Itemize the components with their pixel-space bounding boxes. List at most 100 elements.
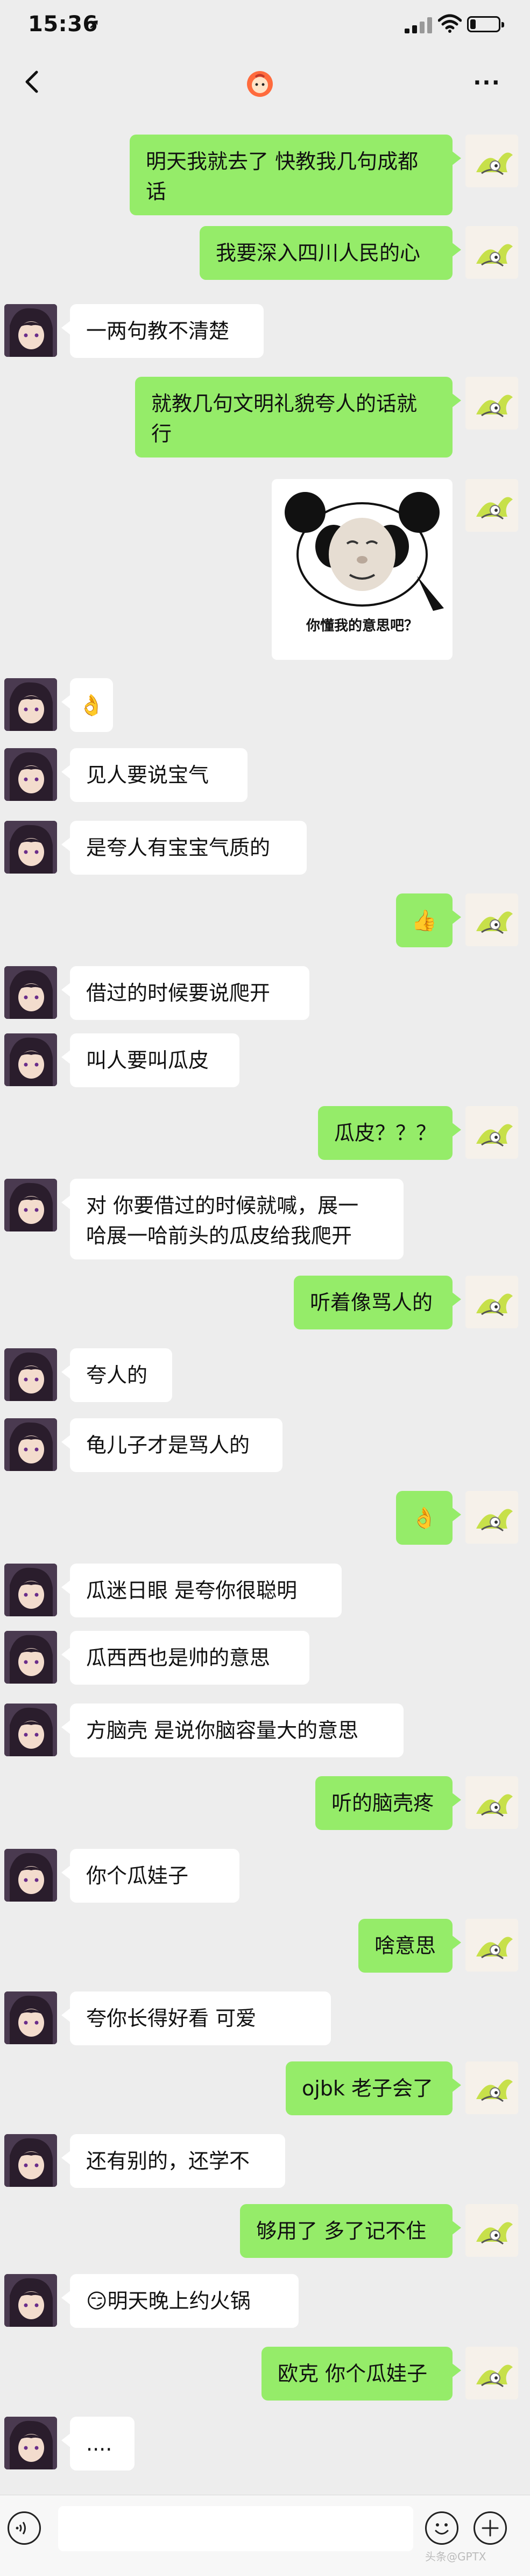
chat-message-row: 龟儿子才是骂人的 xyxy=(0,1418,530,1472)
contact-avatar[interactable] xyxy=(4,1418,57,1471)
battery-level xyxy=(470,19,476,29)
text-message-bubble[interactable]: 听着像骂人的 xyxy=(294,1276,461,1329)
message-input[interactable] xyxy=(58,2506,413,2551)
emoji-message-bubble[interactable]: 👌 xyxy=(61,678,113,732)
text-message-bubble[interactable]: 瓜迷日眼 是夸你很聪明 xyxy=(61,1564,342,1617)
input-bar: 头条@GPTX xyxy=(0,2495,530,2576)
contact-avatar[interactable] xyxy=(4,1704,57,1756)
contact-avatar[interactable] xyxy=(4,2274,57,2327)
text-message-bubble[interactable]: 你个瓜娃子 xyxy=(61,1849,239,1903)
text-message-bubble[interactable]: 夸人的 xyxy=(61,1348,172,1402)
text-message-bubble[interactable]: 瓜西西也是帅的意思 xyxy=(61,1631,309,1685)
text-message-bubble[interactable]: 是夸人有宝宝气质的 xyxy=(61,821,307,875)
battery-icon xyxy=(467,16,504,32)
chat-message-row: 听的脑壳疼 xyxy=(0,1776,530,1830)
contact-avatar[interactable] xyxy=(4,1348,57,1401)
contact-avatar[interactable] xyxy=(4,1849,57,1902)
my-avatar[interactable] xyxy=(465,1276,518,1328)
panda-face-icon xyxy=(285,492,444,611)
text-message-bubble[interactable]: 借过的时候要说爬开 xyxy=(61,966,309,1020)
my-avatar[interactable] xyxy=(465,1919,518,1972)
text-message-bubble[interactable]: 方脑壳 是说你脑容量大的意思 xyxy=(61,1704,404,1757)
chat-message-row: 见人要说宝气 xyxy=(0,748,530,802)
contact-avatar[interactable] xyxy=(4,821,57,874)
my-avatar[interactable] xyxy=(465,479,518,532)
status-time: 15:36 xyxy=(28,12,98,37)
sticker-caption: 你懂我的意思吧？ xyxy=(306,618,418,634)
text-message-bubble[interactable]: 对 你要借过的时候就喊，展一 哈展一哈前头的瓜皮给我爬开 xyxy=(61,1179,404,1259)
location-arrow-icon: ➚ xyxy=(88,16,100,32)
contact-avatar[interactable] xyxy=(4,1631,57,1684)
text-message-bubble[interactable]: 😏明天晚上约火锅 xyxy=(61,2274,299,2328)
text-message-bubble[interactable]: 还有别的，还学不 xyxy=(61,2134,285,2188)
text-message-bubble[interactable]: 瓜皮？？？ xyxy=(318,1106,461,1160)
text-message-bubble[interactable]: 见人要说宝气 xyxy=(61,748,248,802)
chat-message-row: 就教几句文明礼貌夸人的话就 行 xyxy=(0,377,530,458)
text-message-bubble[interactable]: .... xyxy=(61,2417,135,2471)
text-message-bubble[interactable]: 够用了 多了记不住 xyxy=(240,2204,461,2258)
chat-message-row: 你懂我的意思吧？ xyxy=(0,479,530,660)
my-avatar[interactable] xyxy=(465,1106,518,1159)
emoji-message-bubble[interactable]: 👍 xyxy=(396,893,461,947)
text-message-bubble[interactable]: 听的脑壳疼 xyxy=(315,1776,461,1830)
text-message-bubble[interactable]: 一两句教不清楚 xyxy=(61,304,264,358)
contact-avatar[interactable] xyxy=(4,1991,57,2044)
my-avatar[interactable] xyxy=(465,226,518,279)
contact-avatar[interactable] xyxy=(4,2417,57,2469)
chat-message-row: 瓜迷日眼 是夸你很聪明 xyxy=(0,1564,530,1617)
contact-avatar[interactable] xyxy=(4,678,57,731)
text-message-bubble[interactable]: 我要深入四川人民的心 xyxy=(200,226,461,280)
chat-message-row: 还有别的，还学不 xyxy=(0,2134,530,2188)
my-avatar[interactable] xyxy=(465,2347,518,2399)
chat-message-row: 👍 xyxy=(0,893,530,947)
contact-avatar[interactable] xyxy=(4,748,57,801)
contact-avatar[interactable] xyxy=(4,304,57,357)
text-message-bubble[interactable]: ojbk 老子会了 xyxy=(286,2061,461,2115)
chat-message-row: 你个瓜娃子 xyxy=(0,1849,530,1903)
chat-navbar: ··· xyxy=(0,54,530,113)
emoji-message-bubble[interactable]: 👌 xyxy=(396,1491,461,1545)
chat-message-row: 👌 xyxy=(0,678,530,732)
text-message-bubble[interactable]: 明天我就去了 快教我几句成都 话 xyxy=(130,135,461,215)
voice-icon[interactable] xyxy=(8,2511,41,2545)
text-message-bubble[interactable]: 就教几句文明礼貌夸人的话就 行 xyxy=(135,377,461,458)
text-message-bubble[interactable]: 叫人要叫瓜皮 xyxy=(61,1033,239,1087)
chat-message-row: 夸人的 xyxy=(0,1348,530,1402)
chat-message-row: 对 你要借过的时候就喊，展一 哈展一哈前头的瓜皮给我爬开 xyxy=(0,1179,530,1259)
smiley-icon[interactable] xyxy=(425,2511,458,2545)
my-avatar[interactable] xyxy=(465,2061,518,2114)
chat-message-row: 夸你长得好看 可爱 xyxy=(0,1991,530,2045)
contact-avatar[interactable] xyxy=(4,1564,57,1616)
text-message-bubble[interactable]: 夸你长得好看 可爱 xyxy=(61,1991,331,2045)
text-message-bubble[interactable]: 啥意思 xyxy=(358,1919,461,1973)
chat-message-row: 欧克 你个瓜娃子 xyxy=(0,2347,530,2401)
chat-message-row: 是夸人有宝宝气质的 xyxy=(0,821,530,875)
signal-bars-icon xyxy=(405,17,433,33)
chat-message-row: 瓜西西也是帅的意思 xyxy=(0,1631,530,1685)
my-avatar[interactable] xyxy=(465,377,518,430)
chat-message-row: 听着像骂人的 xyxy=(0,1276,530,1329)
my-avatar[interactable] xyxy=(465,2204,518,2257)
plus-icon[interactable] xyxy=(474,2511,507,2545)
more-options-button[interactable]: ··· xyxy=(468,68,506,98)
battery-cap xyxy=(501,22,504,27)
chevron-left-icon[interactable] xyxy=(17,66,50,98)
wifi-icon xyxy=(437,14,462,33)
my-avatar[interactable] xyxy=(465,893,518,946)
text-message-bubble[interactable]: 龟儿子才是骂人的 xyxy=(61,1418,282,1472)
chat-message-row: 瓜皮？？？ xyxy=(0,1106,530,1160)
chat-message-row: 明天我就去了 快教我几句成都 话 xyxy=(0,135,530,215)
my-avatar[interactable] xyxy=(465,1776,518,1829)
watermark: 头条@GPTX xyxy=(425,2550,486,2563)
my-avatar[interactable] xyxy=(465,135,518,187)
contact-avatar[interactable] xyxy=(4,1033,57,1086)
contact-avatar[interactable] xyxy=(4,1179,57,1231)
chat-message-row: ojbk 老子会了 xyxy=(0,2061,530,2115)
chat-message-row: 够用了 多了记不住 xyxy=(0,2204,530,2258)
contact-avatar[interactable] xyxy=(4,966,57,1019)
my-avatar[interactable] xyxy=(465,1491,518,1544)
contact-avatar[interactable] xyxy=(4,2134,57,2187)
text-message-bubble[interactable]: 欧克 你个瓜娃子 xyxy=(262,2347,461,2401)
panda-sticker[interactable]: 你懂我的意思吧？ xyxy=(272,479,453,660)
contact-avatar-icon[interactable] xyxy=(245,69,275,99)
